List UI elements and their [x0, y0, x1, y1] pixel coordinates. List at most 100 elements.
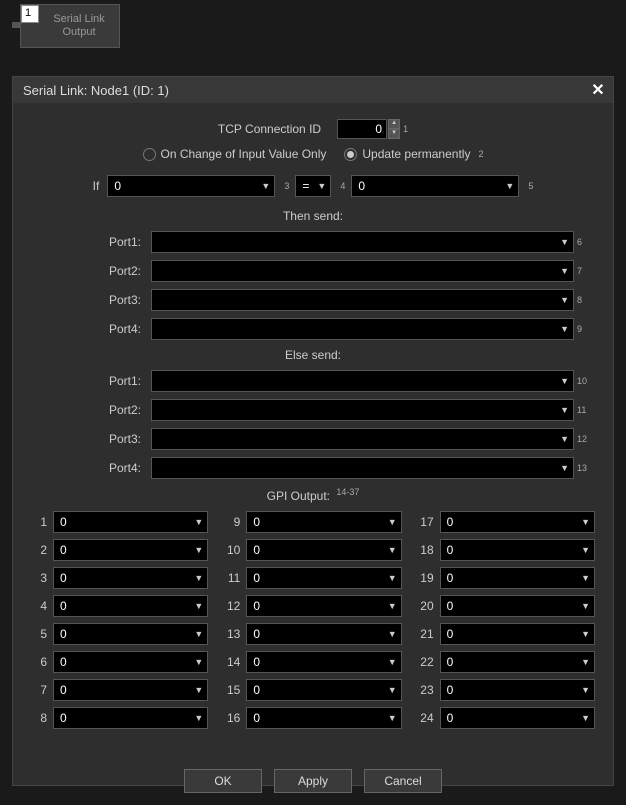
gpi-label-text: GPI Output:: [267, 489, 330, 503]
node-connector: [12, 22, 20, 28]
gpi-11-combo[interactable]: 0▼: [246, 567, 401, 589]
gpi-7-combo[interactable]: 0▼: [53, 679, 208, 701]
ref-3: 3: [284, 181, 289, 191]
gpi-num: 5: [31, 627, 53, 641]
radio-permanent[interactable]: Update permanently 2: [344, 147, 483, 161]
node-block[interactable]: 1 Serial Link Output: [20, 4, 120, 48]
gpi-num: 14: [224, 655, 246, 669]
gpi-22-combo[interactable]: 0▼: [440, 651, 595, 673]
if-op-combo[interactable]: = ▼: [295, 175, 331, 197]
radio-icon: [344, 148, 357, 161]
combo-value: 0: [60, 515, 67, 529]
then-port4-combo[interactable]: ▼: [151, 318, 574, 340]
ok-button[interactable]: OK: [184, 769, 262, 793]
chevron-down-icon: ▼: [581, 629, 590, 639]
chevron-down-icon: ▼: [581, 713, 590, 723]
gpi-12-combo[interactable]: 0▼: [246, 595, 401, 617]
combo-value: 0: [60, 711, 67, 725]
else-port2-combo[interactable]: ▼: [151, 399, 574, 421]
radio-permanent-label: Update permanently: [362, 147, 470, 161]
if-left-value: 0: [114, 179, 121, 193]
gpi-3-combo[interactable]: 0▼: [53, 567, 208, 589]
if-right-combo[interactable]: 0 ▼: [351, 175, 519, 197]
apply-button[interactable]: Apply: [274, 769, 352, 793]
gpi-16-combo[interactable]: 0▼: [246, 707, 401, 729]
chevron-down-icon: ▼: [194, 517, 203, 527]
ref-1: 1: [403, 124, 408, 134]
combo-value: 0: [60, 627, 67, 641]
chevron-down-icon: ▼: [581, 517, 590, 527]
gpi-6-combo[interactable]: 0▼: [53, 651, 208, 673]
else-port-label: Port4:: [31, 461, 151, 475]
gpi-10-combo[interactable]: 0▼: [246, 539, 401, 561]
combo-value: 0: [253, 599, 260, 613]
gpi-num: 7: [31, 683, 53, 697]
properties-panel: Serial Link: Node1 (ID: 1) ✕ TCP Connect…: [12, 76, 614, 786]
then-port-label: Port4:: [31, 322, 151, 336]
gpi-num: 21: [418, 627, 440, 641]
gpi-19-combo[interactable]: 0▼: [440, 567, 595, 589]
if-left-combo[interactable]: 0 ▼: [107, 175, 275, 197]
gpi-17-combo[interactable]: 0▼: [440, 511, 595, 533]
chevron-down-icon: ▼: [388, 573, 397, 583]
then-port3-combo[interactable]: ▼: [151, 289, 574, 311]
then-port-label: Port3:: [31, 293, 151, 307]
spinner-down-icon[interactable]: ▼: [388, 129, 400, 139]
ref: 12: [577, 434, 595, 444]
gpi-18-combo[interactable]: 0▼: [440, 539, 595, 561]
combo-value: 0: [447, 711, 454, 725]
combo-value: 0: [447, 627, 454, 641]
combo-value: 0: [253, 711, 260, 725]
gpi-14-combo[interactable]: 0▼: [246, 651, 401, 673]
gpi-label: GPI Output: 14-37: [31, 487, 595, 503]
node-label: Serial Link Output: [39, 5, 119, 47]
gpi-num: 17: [418, 515, 440, 529]
combo-value: 0: [60, 599, 67, 613]
gpi-num: 1: [31, 515, 53, 529]
gpi-21-combo[interactable]: 0▼: [440, 623, 595, 645]
ref: 8: [577, 295, 595, 305]
chevron-down-icon: ▼: [194, 601, 203, 611]
gpi-24-combo[interactable]: 0▼: [440, 707, 595, 729]
then-port1-combo[interactable]: ▼: [151, 231, 574, 253]
chevron-down-icon: ▼: [560, 266, 569, 276]
gpi-num: 3: [31, 571, 53, 585]
ref-5: 5: [528, 181, 533, 191]
if-op-value: =: [302, 179, 309, 193]
radio-onchange[interactable]: On Change of Input Value Only: [143, 147, 327, 161]
gpi-23-combo[interactable]: 0▼: [440, 679, 595, 701]
gpi-num: 20: [418, 599, 440, 613]
chevron-down-icon: ▼: [194, 573, 203, 583]
cancel-button[interactable]: Cancel: [364, 769, 442, 793]
spinner-up-icon[interactable]: ▲: [388, 119, 400, 129]
combo-value: 0: [253, 683, 260, 697]
ref: 10: [577, 376, 595, 386]
gpi-2-combo[interactable]: 0▼: [53, 539, 208, 561]
chevron-down-icon: ▼: [560, 463, 569, 473]
ref: 7: [577, 266, 595, 276]
gpi-15-combo[interactable]: 0▼: [246, 679, 401, 701]
panel-title: Serial Link: Node1 (ID: 1): [23, 83, 169, 98]
gpi-num: 10: [224, 543, 246, 557]
combo-value: 0: [253, 571, 260, 585]
ref: 13: [577, 463, 595, 473]
gpi-num: 9: [224, 515, 246, 529]
else-port1-combo[interactable]: ▼: [151, 370, 574, 392]
then-port2-combo[interactable]: ▼: [151, 260, 574, 282]
chevron-down-icon: ▼: [194, 629, 203, 639]
chevron-down-icon: ▼: [581, 601, 590, 611]
close-icon[interactable]: ✕: [589, 80, 607, 100]
gpi-8-combo[interactable]: 0▼: [53, 707, 208, 729]
then-label: Then send:: [31, 209, 595, 223]
else-port3-combo[interactable]: ▼: [151, 428, 574, 450]
combo-value: 0: [253, 655, 260, 669]
gpi-5-combo[interactable]: 0▼: [53, 623, 208, 645]
gpi-13-combo[interactable]: 0▼: [246, 623, 401, 645]
tcp-input[interactable]: [337, 119, 387, 139]
gpi-20-combo[interactable]: 0▼: [440, 595, 595, 617]
chevron-down-icon: ▼: [388, 629, 397, 639]
else-port4-combo[interactable]: ▼: [151, 457, 574, 479]
gpi-1-combo[interactable]: 0▼: [53, 511, 208, 533]
gpi-9-combo[interactable]: 0▼: [246, 511, 401, 533]
gpi-4-combo[interactable]: 0▼: [53, 595, 208, 617]
